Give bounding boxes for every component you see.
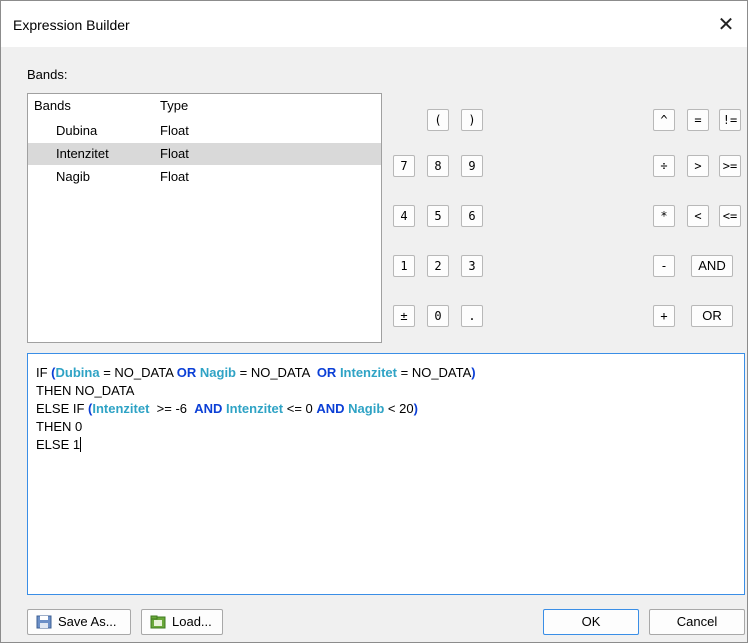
cancel-button[interactable]: Cancel bbox=[649, 609, 745, 635]
band-name: Dubina bbox=[56, 123, 98, 138]
operator-button[interactable]: <= bbox=[719, 205, 741, 227]
band-row[interactable]: Nagib Float bbox=[28, 166, 381, 188]
key-plus-minus-button[interactable]: ± bbox=[393, 305, 415, 327]
save-as-label: Save As... bbox=[58, 614, 117, 629]
expression-builder-dialog: Expression Builder ✕ Bands: Bands Type D… bbox=[0, 0, 748, 643]
bands-label: Bands: bbox=[27, 67, 68, 82]
key-7-button[interactable]: 7 bbox=[393, 155, 415, 177]
operator-button[interactable]: - bbox=[653, 255, 675, 277]
operator-button[interactable]: != bbox=[719, 109, 741, 131]
window-title: Expression Builder bbox=[13, 17, 130, 33]
save-as-button[interactable]: Save As... bbox=[27, 609, 131, 635]
band-row[interactable]: Intenzitet Float bbox=[28, 143, 381, 165]
band-name: Nagib bbox=[56, 169, 90, 184]
close-icon[interactable]: ✕ bbox=[713, 11, 739, 37]
operator-button[interactable]: >= bbox=[719, 155, 741, 177]
column-header-type[interactable]: Type bbox=[160, 98, 188, 113]
text-caret bbox=[80, 437, 82, 452]
band-type: Float bbox=[160, 123, 189, 138]
expression-line: ELSE IF (Intenzitet >= -6 AND Intenzitet… bbox=[36, 401, 418, 416]
column-header-bands[interactable]: Bands bbox=[34, 98, 71, 113]
key-3-button[interactable]: 3 bbox=[461, 255, 483, 277]
or-button[interactable]: OR bbox=[691, 305, 733, 327]
key-0-button[interactable]: 0 bbox=[427, 305, 449, 327]
key-5-button[interactable]: 5 bbox=[427, 205, 449, 227]
operator-button[interactable]: > bbox=[687, 155, 709, 177]
expression-editor[interactable]: IF (Dubina = NO_DATA OR Nagib = NO_DATA … bbox=[27, 353, 745, 595]
band-type: Float bbox=[160, 146, 189, 161]
key-1-button[interactable]: 1 bbox=[393, 255, 415, 277]
title-bar: Expression Builder ✕ bbox=[1, 1, 747, 47]
operator-button[interactable]: * bbox=[653, 205, 675, 227]
operator-button[interactable]: ÷ bbox=[653, 155, 675, 177]
expression-line: THEN NO_DATA bbox=[36, 383, 135, 398]
save-icon bbox=[36, 615, 52, 629]
key-decimal-button[interactable]: . bbox=[461, 305, 483, 327]
folder-icon bbox=[150, 615, 166, 629]
operator-button[interactable]: = bbox=[687, 109, 709, 131]
close-paren-button[interactable]: ) bbox=[461, 109, 483, 131]
key-6-button[interactable]: 6 bbox=[461, 205, 483, 227]
key-2-button[interactable]: 2 bbox=[427, 255, 449, 277]
and-button[interactable]: AND bbox=[691, 255, 733, 277]
bands-list[interactable]: Bands Type Dubina Float Intenzitet Float Nag… bbox=[27, 93, 382, 343]
expression-line: THEN 0 bbox=[36, 419, 83, 434]
operator-button[interactable]: + bbox=[653, 305, 675, 327]
load-label: Load... bbox=[172, 614, 212, 629]
band-row[interactable]: Dubina Float bbox=[28, 120, 381, 142]
open-paren-button[interactable]: ( bbox=[427, 109, 449, 131]
ok-button[interactable]: OK bbox=[543, 609, 639, 635]
band-name: Intenzitet bbox=[56, 146, 109, 161]
expression-line: ELSE 1 bbox=[36, 437, 82, 452]
operator-button[interactable]: < bbox=[687, 205, 709, 227]
load-button[interactable]: Load... bbox=[141, 609, 223, 635]
expression-line: IF (Dubina = NO_DATA OR Nagib = NO_DATA … bbox=[36, 365, 476, 380]
key-8-button[interactable]: 8 bbox=[427, 155, 449, 177]
key-9-button[interactable]: 9 bbox=[461, 155, 483, 177]
band-type: Float bbox=[160, 169, 189, 184]
key-4-button[interactable]: 4 bbox=[393, 205, 415, 227]
operator-button[interactable]: ^ bbox=[653, 109, 675, 131]
